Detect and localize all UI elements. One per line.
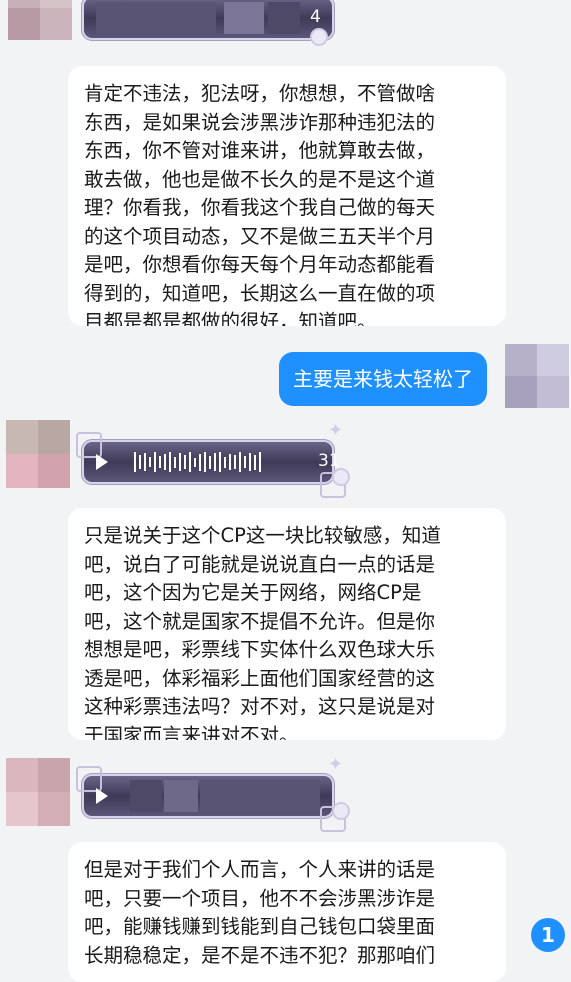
message-bubble-received[interactable]: 只是说关于这个CP这一块比较敏感，知道 吧，说白了可能就是说说直白一点的话是 吧… [68,508,506,740]
my-avatar[interactable] [505,344,569,408]
contact-avatar[interactable] [8,0,72,40]
play-icon[interactable] [96,788,108,804]
voice-message[interactable]: 31 ✦ [74,422,350,498]
voice-message[interactable]: ✦ [74,756,350,832]
decoration-pearl [332,468,350,486]
sparkle-icon: ✦ [328,420,344,441]
redacted-waveform [224,2,264,34]
redacted-waveform [268,2,300,34]
play-icon[interactable] [96,454,108,470]
voice-message[interactable]: 4 ✦ [74,0,344,54]
redacted-waveform [164,780,198,812]
voice-waveform [134,452,261,472]
redacted-waveform [130,780,162,812]
voice-duration: 4 [310,7,321,27]
sparkle-icon: ✦ [328,754,344,775]
decoration-pearl [310,28,328,46]
unread-count-badge[interactable]: 1 [531,918,565,952]
redacted-waveform [96,2,216,34]
decoration-pearl [332,802,350,820]
contact-avatar[interactable] [6,420,70,488]
message-bubble-received[interactable]: 肯定不违法，犯法呀，你想想，不管做啥 东西，是如果说会涉黑涉诈那种违犯法的 东西… [68,66,506,326]
contact-avatar[interactable] [6,758,70,826]
message-bubble-received[interactable]: 但是对于我们个人而言，个人来讲的话是 吧，只要一个项目，他不不会涉黑涉诈是 吧，… [68,842,506,982]
message-bubble-sent[interactable]: 主要是来钱太轻松了 [279,352,487,406]
sparkle-icon: ✦ [324,0,339,8]
redacted-waveform [200,780,320,812]
